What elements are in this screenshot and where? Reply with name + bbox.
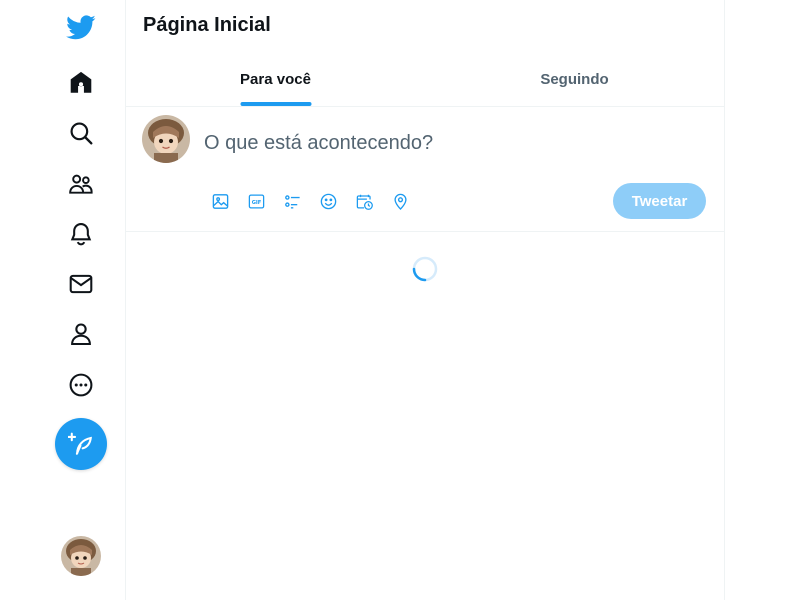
composer-toolbar: GIF	[202, 187, 418, 215]
home-icon	[70, 71, 92, 93]
add-location-button[interactable]	[382, 187, 418, 215]
twitter-logo-icon[interactable]	[56, 2, 106, 52]
add-media-button[interactable]	[202, 187, 238, 215]
add-gif-button[interactable]: GIF	[238, 187, 274, 215]
left-navigation	[0, 0, 125, 600]
nav-more[interactable]	[56, 360, 106, 410]
location-icon	[393, 193, 407, 210]
timeline-tabs: Para você Seguindo	[126, 56, 724, 107]
tweet-text-input[interactable]	[204, 127, 704, 159]
svg-text:GIF: GIF	[251, 200, 261, 206]
nav-communities[interactable]	[56, 159, 106, 209]
emoji-icon	[320, 193, 336, 209]
tab-seguindo[interactable]: Seguindo	[425, 56, 724, 106]
loading-spinner-icon	[412, 256, 438, 282]
tab-label: Para você	[240, 70, 311, 88]
bell-icon	[70, 223, 92, 246]
nav-home[interactable]	[56, 58, 106, 108]
nav-explore[interactable]	[56, 108, 106, 158]
schedule-button[interactable]	[346, 187, 382, 215]
compose-tweet-button[interactable]	[55, 418, 107, 470]
feather-plus-icon	[68, 432, 92, 455]
page-title: Página Inicial	[143, 14, 271, 36]
active-tab-indicator	[240, 102, 311, 106]
tweet-composer: GIF Tweetar	[126, 107, 724, 232]
person-icon	[71, 323, 91, 345]
add-emoji-button[interactable]	[310, 187, 346, 215]
composer-avatar[interactable]	[142, 115, 190, 163]
communities-icon	[69, 174, 93, 194]
tweet-submit-button[interactable]: Tweetar	[613, 183, 706, 219]
schedule-icon	[356, 194, 373, 210]
nav-notifications[interactable]	[56, 209, 106, 259]
gif-icon: GIF	[248, 194, 264, 208]
poll-icon	[284, 194, 300, 209]
envelope-icon	[69, 274, 93, 294]
tab-label: Seguindo	[540, 70, 609, 88]
nav-messages[interactable]	[56, 259, 106, 309]
main-timeline: Página Inicial Para você Seguindo O que …	[125, 0, 725, 600]
add-poll-button[interactable]	[274, 187, 310, 215]
nav-profile[interactable]	[56, 309, 106, 359]
image-icon	[212, 193, 228, 209]
search-icon	[70, 122, 93, 145]
tab-para-voce[interactable]: Para você	[126, 56, 425, 106]
more-circle-icon	[69, 373, 93, 397]
account-avatar[interactable]	[61, 536, 101, 576]
